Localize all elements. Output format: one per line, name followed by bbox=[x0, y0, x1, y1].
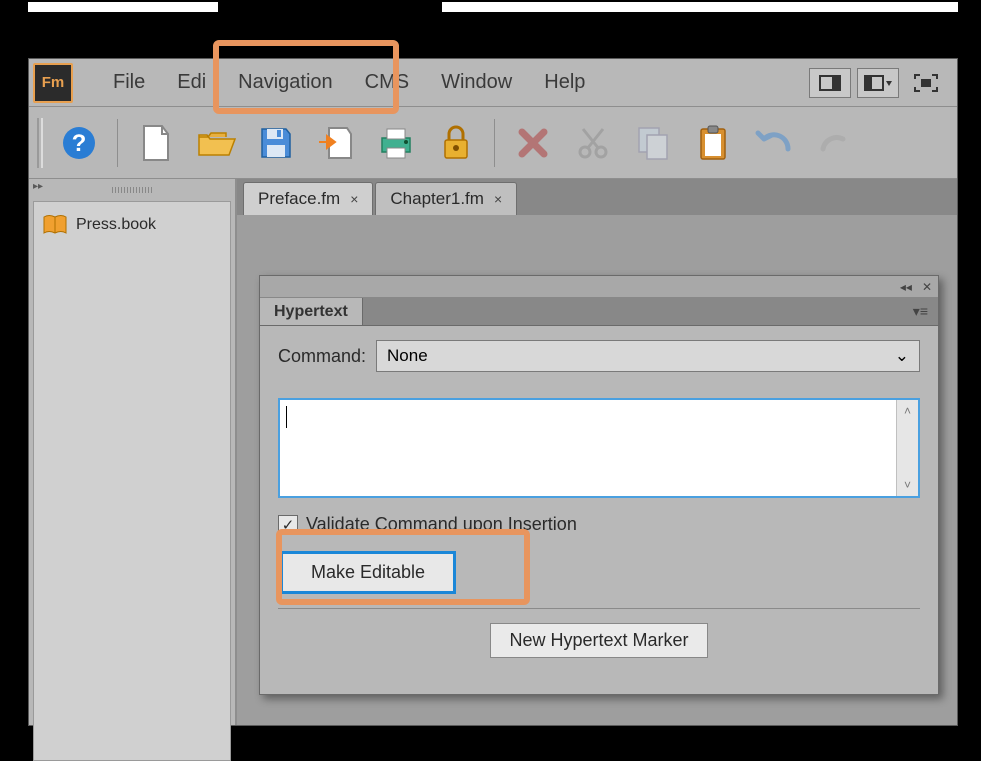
menu-cms[interactable]: CMS bbox=[349, 61, 425, 104]
tab-close-button[interactable]: × bbox=[350, 191, 358, 207]
panel-tabbar: Hypertext ▾≡ bbox=[260, 298, 938, 326]
book-name-label: Press.book bbox=[76, 216, 156, 234]
validate-checkbox[interactable]: ✓ bbox=[278, 515, 298, 535]
tab-preface[interactable]: Preface.fm × bbox=[243, 182, 373, 215]
sidebar-expand-toggle[interactable]: ▸▸ bbox=[33, 181, 43, 192]
menu-edit[interactable]: Edi bbox=[161, 61, 222, 104]
panel-body: Command: None ⌄ ˄ bbox=[260, 326, 938, 672]
decoration-strip-2 bbox=[442, 2, 958, 12]
menubar: Fm File Edi Navigation CMS Window Help bbox=[29, 59, 957, 107]
book-icon bbox=[42, 214, 68, 236]
delete-button[interactable] bbox=[509, 119, 557, 167]
menu-file[interactable]: File bbox=[97, 61, 161, 104]
workspace-switcher-button[interactable] bbox=[857, 68, 899, 98]
help-button[interactable]: ? bbox=[55, 119, 103, 167]
clipboard-icon bbox=[698, 124, 728, 162]
undo-icon bbox=[754, 129, 792, 157]
textarea-content[interactable] bbox=[280, 400, 896, 496]
toolbar-separator bbox=[494, 119, 495, 167]
text-caret bbox=[286, 406, 287, 428]
tab-close-button[interactable]: × bbox=[494, 191, 502, 207]
fullscreen-icon bbox=[914, 74, 938, 92]
fullscreen-button[interactable] bbox=[905, 68, 947, 98]
save-icon bbox=[259, 126, 293, 160]
tab-chapter1[interactable]: Chapter1.fm × bbox=[375, 182, 517, 215]
window-display-controls bbox=[809, 68, 953, 98]
document-tabs: Preface.fm × Chapter1.fm × bbox=[237, 179, 957, 215]
book-panel: Press.book bbox=[33, 201, 231, 761]
lock-button[interactable] bbox=[432, 119, 480, 167]
screen-mode-icon bbox=[819, 75, 841, 91]
command-textarea[interactable]: ˄ ˅ bbox=[278, 398, 920, 498]
toolbar: ? bbox=[29, 107, 957, 179]
save-button[interactable] bbox=[252, 119, 300, 167]
hypertext-panel: ◂◂ ✕ Hypertext ▾≡ Command: None ⌄ bbox=[259, 275, 939, 695]
body: ▸▸ Press.book Preface.fm × Chapter1.fm × bbox=[29, 179, 957, 725]
sidebar-grip-area[interactable] bbox=[33, 183, 231, 201]
toolbar-handle[interactable] bbox=[37, 118, 43, 168]
panel-close-button[interactable]: ✕ bbox=[922, 280, 932, 294]
panel-titlebar[interactable]: ◂◂ ✕ bbox=[260, 276, 938, 298]
book-item[interactable]: Press.book bbox=[42, 214, 222, 236]
scroll-down-icon[interactable]: ˅ bbox=[904, 478, 911, 492]
app-logo[interactable]: Fm bbox=[33, 63, 73, 103]
panel-menu-button[interactable]: ▾≡ bbox=[903, 303, 938, 320]
decoration-strip-1 bbox=[28, 2, 218, 12]
undo-button[interactable] bbox=[749, 119, 797, 167]
new-document-button[interactable] bbox=[132, 119, 180, 167]
import-button[interactable] bbox=[312, 119, 360, 167]
main-area: Preface.fm × Chapter1.fm × ◂◂ ✕ Hypertex… bbox=[237, 179, 957, 725]
print-icon bbox=[377, 126, 415, 160]
panel-divider bbox=[278, 608, 920, 609]
cut-button[interactable] bbox=[569, 119, 617, 167]
toolbar-separator bbox=[117, 119, 118, 167]
svg-text:?: ? bbox=[72, 130, 87, 157]
command-select-value: None bbox=[387, 346, 428, 366]
command-row: Command: None ⌄ bbox=[278, 340, 920, 372]
redo-button[interactable] bbox=[809, 119, 857, 167]
app-window: Fm File Edi Navigation CMS Window Help ? bbox=[28, 58, 958, 726]
scroll-up-icon[interactable]: ˄ bbox=[904, 404, 911, 418]
help-icon: ? bbox=[61, 125, 97, 161]
scissors-icon bbox=[577, 126, 609, 160]
copy-button[interactable] bbox=[629, 119, 677, 167]
open-folder-icon bbox=[196, 127, 236, 159]
import-icon bbox=[317, 124, 355, 162]
new-document-icon bbox=[140, 124, 172, 162]
redo-icon bbox=[819, 129, 847, 157]
screen-mode-button[interactable] bbox=[809, 68, 851, 98]
tab-label: Chapter1.fm bbox=[390, 189, 484, 209]
command-select[interactable]: None ⌄ bbox=[376, 340, 920, 372]
menu-help[interactable]: Help bbox=[528, 61, 601, 104]
validate-checkbox-row[interactable]: ✓ Validate Command upon Insertion bbox=[278, 514, 920, 535]
document-background: ◂◂ ✕ Hypertext ▾≡ Command: None ⌄ bbox=[237, 215, 957, 725]
menu-window[interactable]: Window bbox=[425, 61, 528, 104]
open-button[interactable] bbox=[192, 119, 240, 167]
validate-label: Validate Command upon Insertion bbox=[306, 514, 577, 535]
paste-button[interactable] bbox=[689, 119, 737, 167]
command-label: Command: bbox=[278, 346, 366, 367]
workspace-icon bbox=[864, 75, 892, 91]
sidebar: ▸▸ Press.book bbox=[29, 179, 237, 725]
textarea-scrollbar[interactable]: ˄ ˅ bbox=[896, 400, 918, 496]
panel-collapse-button[interactable]: ◂◂ bbox=[900, 280, 912, 294]
make-editable-button[interactable]: Make Editable bbox=[280, 551, 456, 594]
menu-navigation[interactable]: Navigation bbox=[222, 61, 349, 104]
new-hypertext-marker-button[interactable]: New Hypertext Marker bbox=[490, 623, 707, 658]
delete-icon bbox=[517, 127, 549, 159]
copy-icon bbox=[636, 125, 670, 161]
chevron-down-icon: ⌄ bbox=[895, 346, 909, 366]
tab-label: Preface.fm bbox=[258, 189, 340, 209]
lock-icon bbox=[442, 125, 470, 161]
panel-tab-hypertext[interactable]: Hypertext bbox=[260, 298, 363, 325]
print-button[interactable] bbox=[372, 119, 420, 167]
